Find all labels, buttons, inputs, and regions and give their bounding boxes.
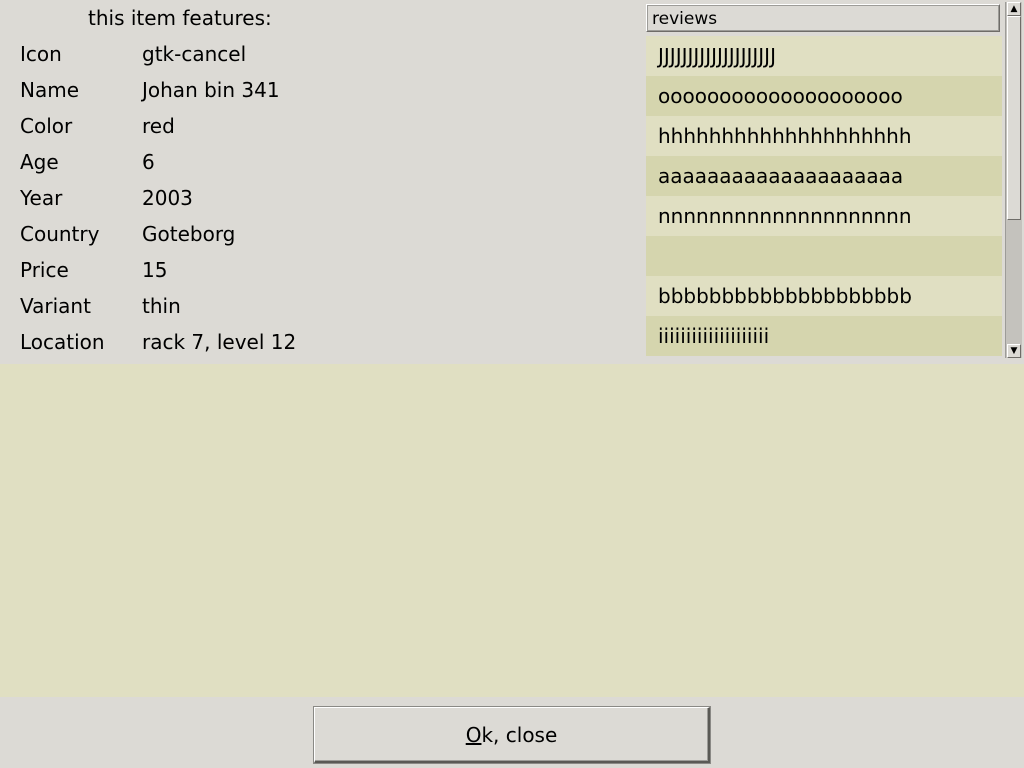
feature-row-location: Location rack 7, level 12 [20, 324, 620, 360]
feature-value: 2003 [142, 186, 193, 210]
features-title: this item features: [88, 6, 272, 30]
reviews-list[interactable]: JJJJJJJJJJJJJJJJJJJJ ooooooooooooooooooo… [646, 36, 1002, 356]
feature-key: Variant [20, 294, 91, 318]
feature-value: Johan bin 341 [142, 78, 280, 102]
item-details-window: this item features: Icon gtk-cancel Name… [0, 0, 1024, 768]
feature-row-age: Age 6 [20, 144, 620, 180]
ok-button-mnemonic: O [465, 722, 482, 747]
feature-row-country: Country Goteborg [20, 216, 620, 252]
feature-key: Year [20, 186, 63, 210]
feature-value: rack 7, level 12 [142, 330, 297, 354]
review-row[interactable]: nnnnnnnnnnnnnnnnnnnn [646, 196, 1002, 236]
reviews-scrollbar[interactable]: ▲ ▼ [1005, 2, 1022, 358]
scrollbar-thumb[interactable] [1007, 16, 1021, 220]
arrow-down-icon[interactable]: ▼ [1007, 344, 1021, 358]
feature-value: gtk-cancel [142, 42, 247, 66]
ok-close-button[interactable]: Ok, close [314, 707, 710, 763]
feature-row-name: Name Johan bin 341 [20, 72, 620, 108]
arrow-up-icon[interactable]: ▲ [1007, 2, 1021, 16]
feature-row-icon: Icon gtk-cancel [20, 36, 620, 72]
feature-key: Icon [20, 42, 62, 66]
feature-key: Country [20, 222, 100, 246]
feature-key: Color [20, 114, 73, 138]
review-row[interactable]: iiiiiiiiiiiiiiiiiiii [646, 316, 1002, 356]
reviews-panel: reviews JJJJJJJJJJJJJJJJJJJJ ooooooooooo… [644, 2, 1024, 360]
feature-value: 15 [142, 258, 168, 282]
review-row[interactable]: hhhhhhhhhhhhhhhhhhhh [646, 116, 1002, 156]
review-row[interactable]: JJJJJJJJJJJJJJJJJJJJ [646, 36, 1002, 76]
feature-key: Name [20, 78, 80, 102]
feature-value: Goteborg [142, 222, 236, 246]
feature-key: Price [20, 258, 69, 282]
review-row[interactable] [646, 236, 1002, 276]
reviews-column-header[interactable]: reviews [646, 4, 1000, 32]
review-row[interactable]: oooooooooooooooooooo [646, 76, 1002, 116]
feature-value: red [142, 114, 175, 138]
ok-button-label: k, close [481, 722, 558, 747]
feature-value: thin [142, 294, 181, 318]
feature-key: Location [20, 330, 105, 354]
feature-row-price: Price 15 [20, 252, 620, 288]
feature-value: 6 [142, 150, 155, 174]
review-row[interactable]: bbbbbbbbbbbbbbbbbbbb [646, 276, 1002, 316]
review-row[interactable]: aaaaaaaaaaaaaaaaaaaa [646, 156, 1002, 196]
feature-key: Age [20, 150, 59, 174]
feature-row-year: Year 2003 [20, 180, 620, 216]
feature-row-color: Color red [20, 108, 620, 144]
content-area [0, 364, 1024, 697]
feature-row-variant: Variant thin [20, 288, 620, 324]
